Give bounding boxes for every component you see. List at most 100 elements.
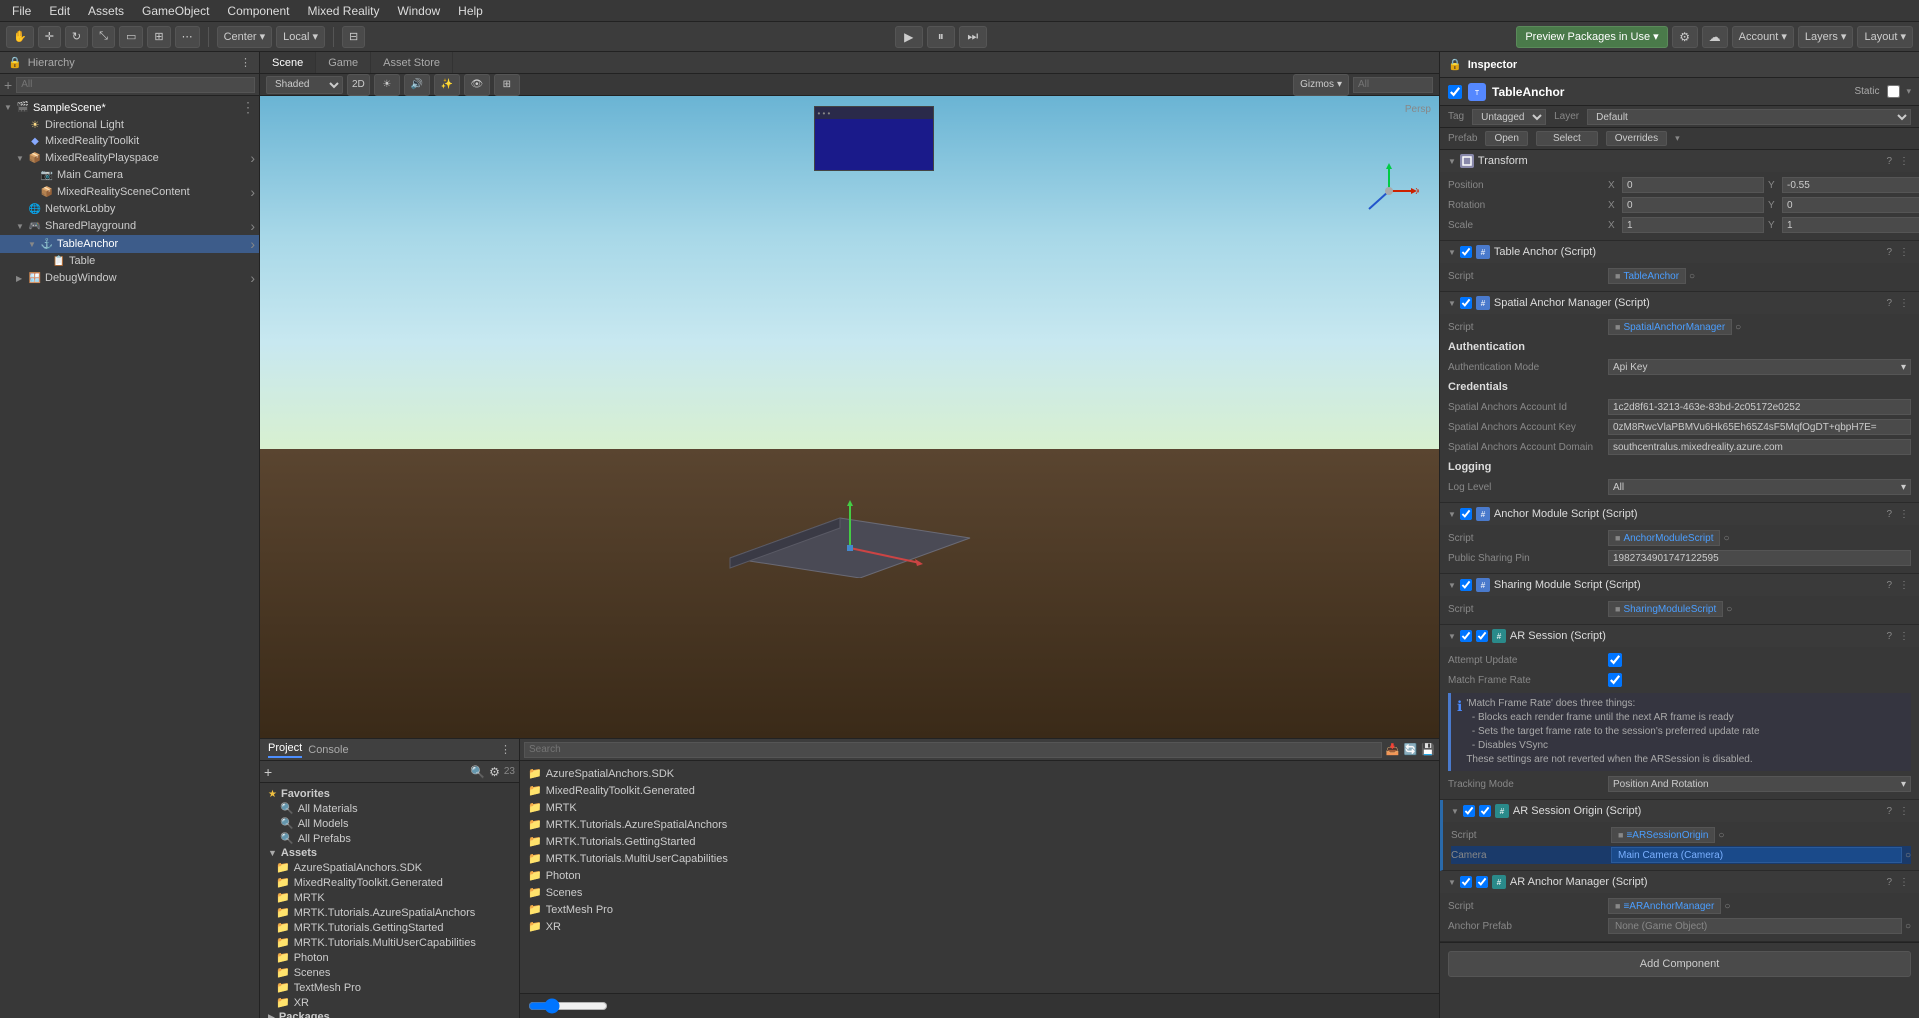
import-icon[interactable]: 📥 — [1386, 743, 1400, 756]
camera-ref[interactable]: Main Camera (Camera) — [1611, 847, 1902, 863]
settings-icon[interactable]: ⋮ — [1897, 631, 1911, 642]
tree-item-tableanchor[interactable]: ▼ ⚓ TableAnchor › — [0, 235, 259, 253]
settings-icon[interactable]: ⋮ — [1897, 156, 1911, 167]
component-enabled[interactable] — [1460, 297, 1472, 309]
static-checkbox[interactable] — [1887, 85, 1900, 98]
component-enabled[interactable] — [1460, 508, 1472, 520]
position-y[interactable] — [1782, 177, 1919, 193]
inspector-lock-icon[interactable]: 🔒 — [1448, 58, 1462, 71]
script-ref[interactable]: ■ ≡ARAnchorManager — [1608, 898, 1721, 914]
settings-icon[interactable]: ⋮ — [1897, 247, 1911, 258]
match-frame-rate-checkbox[interactable] — [1608, 673, 1622, 687]
snap-btn[interactable]: ⊟ — [342, 26, 365, 48]
component-enabled[interactable] — [1463, 805, 1475, 817]
rect-tool[interactable]: ▭ — [119, 26, 143, 48]
component-enabled[interactable] — [1460, 246, 1472, 258]
settings-icon[interactable]: ⋮ — [1897, 298, 1911, 309]
light-toggle[interactable]: ☀ — [374, 74, 400, 96]
layout-dropdown[interactable]: Layout ▾ — [1857, 26, 1913, 48]
tree-item-playspace[interactable]: ▼ 📦 MixedRealityPlayspace › — [0, 149, 259, 167]
hidden-toggle[interactable]: 👁 — [464, 74, 490, 96]
menu-edit[interactable]: Edit — [41, 2, 78, 20]
menu-window[interactable]: Window — [389, 2, 448, 20]
all-materials[interactable]: 🔍 All Materials — [264, 801, 515, 816]
assets-group[interactable]: ▼ Assets — [264, 846, 515, 860]
tree-item-sharedplayground[interactable]: ▼ 🎮 SharedPlayground › — [0, 217, 259, 235]
info-icon[interactable]: ? — [1884, 806, 1894, 817]
save-icon[interactable]: 💾 — [1421, 743, 1435, 756]
all-models[interactable]: 🔍 All Models — [264, 816, 515, 831]
tree-item-networklobby[interactable]: 🌐 NetworkLobby — [0, 201, 259, 217]
move-tool[interactable]: ✛ — [38, 26, 61, 48]
project-more-icon[interactable]: ⋮ — [500, 743, 511, 756]
pause-button[interactable]: ⏸ — [927, 26, 955, 48]
tab-asset-store[interactable]: Asset Store — [371, 52, 453, 73]
table-anchor-header[interactable]: ▼ # Table Anchor (Script) ? ⋮ — [1440, 241, 1919, 263]
spatial-anchor-manager-header[interactable]: ▼ # Spatial Anchor Manager (Script) ? ⋮ — [1440, 292, 1919, 314]
tracking-mode-dropdown[interactable]: Position And Rotation ▾ — [1608, 776, 1911, 792]
settings-icon[interactable]: ⋮ — [1897, 806, 1911, 817]
open-prefab-button[interactable]: Open — [1485, 131, 1527, 146]
tree-item-debugwindow[interactable]: ▶ 🪟 DebugWindow › — [0, 269, 259, 287]
search-icon[interactable]: 🔍 — [470, 765, 485, 779]
rotation-y[interactable] — [1782, 197, 1919, 213]
script-ref[interactable]: ■ AnchorModuleScript — [1608, 530, 1720, 546]
tree-item-mrtk[interactable]: ◆ MixedRealityToolkit — [0, 133, 259, 149]
azure-item[interactable]: 📁AzureSpatialAnchors.SDK — [264, 860, 515, 875]
mrtk-multi-item[interactable]: 📁MRTK.Tutorials.MultiUserCapabilities — [264, 935, 515, 950]
step-button[interactable]: ⏭ — [959, 26, 987, 48]
script-ref[interactable]: ■ SharingModuleScript — [1608, 601, 1723, 617]
account-id-input[interactable] — [1608, 399, 1911, 415]
add-icon[interactable]: + — [264, 764, 272, 780]
cloud-icon[interactable]: ☁ — [1702, 26, 1728, 48]
info-icon[interactable]: ? — [1884, 877, 1894, 888]
auth-mode-dropdown[interactable]: Api Key ▾ — [1608, 359, 1911, 375]
expand-more-icon[interactable]: › — [250, 270, 255, 286]
component-enabled[interactable] — [1460, 630, 1472, 642]
component-active[interactable] — [1479, 805, 1491, 817]
all-prefabs[interactable]: 🔍 All Prefabs — [264, 831, 515, 846]
mrtk-gen-item[interactable]: 📁MixedRealityToolkit.Generated — [264, 875, 515, 890]
local-toggle[interactable]: Local ▾ — [276, 26, 325, 48]
hierarchy-search[interactable] — [16, 77, 255, 93]
more-options-icon[interactable]: ⋮ — [241, 99, 255, 116]
object-enabled-checkbox[interactable] — [1448, 85, 1462, 99]
account-dropdown[interactable]: Account ▾ — [1732, 26, 1794, 48]
vfx-toggle[interactable]: ✨ — [434, 74, 460, 96]
rotation-x[interactable] — [1622, 197, 1764, 213]
info-icon[interactable]: ? — [1884, 509, 1894, 520]
add-component-button[interactable]: Add Component — [1448, 951, 1911, 977]
refresh-icon[interactable]: 🔄 — [1404, 743, 1418, 756]
settings-icon[interactable]: ⚙ — [489, 765, 500, 779]
info-icon[interactable]: ? — [1884, 631, 1894, 642]
menu-assets[interactable]: Assets — [80, 2, 132, 20]
rotate-tool[interactable]: ↻ — [65, 26, 88, 48]
info-icon[interactable]: ? — [1884, 298, 1894, 309]
info-icon[interactable]: ? — [1884, 156, 1894, 167]
mrtk-item[interactable]: 📁MRTK — [264, 890, 515, 905]
center-toggle[interactable]: Center ▾ — [217, 26, 273, 48]
info-icon[interactable]: ? — [1884, 247, 1894, 258]
tag-dropdown[interactable]: Untagged — [1472, 109, 1546, 125]
transform-tool[interactable]: ⊞ — [147, 26, 170, 48]
menu-gameobject[interactable]: GameObject — [134, 2, 217, 20]
sharing-module-header[interactable]: ▼ # Sharing Module Script (Script) ? ⋮ — [1440, 574, 1919, 596]
tree-item-scenecontent[interactable]: 📦 MixedRealitySceneContent › — [0, 183, 259, 201]
ar-session-origin-header[interactable]: ▼ # AR Session Origin (Script) ? ⋮ — [1443, 800, 1919, 822]
component-active[interactable] — [1476, 876, 1488, 888]
overrides-dropdown[interactable]: Overrides — [1606, 131, 1667, 146]
collab-icon[interactable]: ⚙ — [1672, 26, 1698, 48]
menu-file[interactable]: File — [4, 2, 39, 20]
asset-scenes[interactable]: 📁Scenes — [524, 884, 1435, 901]
console-tab[interactable]: Console — [308, 744, 348, 756]
size-slider[interactable] — [528, 998, 608, 1014]
account-key-input[interactable] — [1608, 419, 1911, 435]
tab-scene[interactable]: Scene — [260, 52, 316, 73]
menu-component[interactable]: Component — [219, 2, 297, 20]
transform-header[interactable]: ▼ Transform ? ⋮ — [1440, 150, 1919, 172]
scale-x[interactable] — [1622, 217, 1764, 233]
expand-more-icon[interactable]: › — [250, 218, 255, 234]
component-enabled[interactable] — [1460, 876, 1472, 888]
shading-dropdown[interactable]: Shaded Wireframe — [266, 76, 343, 94]
component-active[interactable] — [1476, 630, 1488, 642]
